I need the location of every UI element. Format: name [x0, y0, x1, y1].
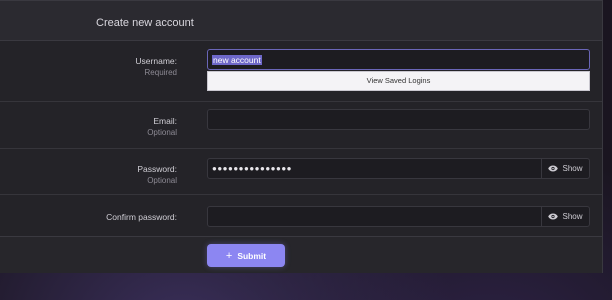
plus-icon: + [225, 249, 233, 262]
submit-button[interactable]: + Submit [207, 244, 285, 267]
password-show-button[interactable]: Show [541, 159, 589, 178]
username-input[interactable]: new account [207, 49, 590, 70]
password-optional-label: Optional [147, 176, 177, 185]
row-divider [0, 101, 602, 102]
email-input[interactable] [207, 109, 590, 130]
submit-label: Submit [237, 250, 267, 261]
email-label: Email: [153, 116, 177, 126]
confirm-password-input[interactable]: Show [207, 206, 590, 227]
password-show-label: Show [562, 164, 583, 173]
password-value: ●●●●●●●●●●●●●●● [212, 164, 292, 173]
password-input[interactable]: ●●●●●●●●●●●●●●● Show [207, 158, 590, 179]
confirm-password-show-button[interactable]: Show [541, 207, 589, 226]
username-required-label: Required [144, 68, 177, 77]
panel-header: Create new account [0, 0, 602, 41]
panel-title: Create new account [96, 17, 194, 29]
row-divider [0, 194, 602, 195]
username-value: new account [212, 55, 262, 65]
eye-icon [548, 213, 559, 220]
row-divider [0, 148, 602, 149]
view-saved-logins-option[interactable]: View Saved Logins [207, 71, 590, 91]
email-optional-label: Optional [147, 128, 177, 137]
password-label: Password: [137, 164, 177, 174]
confirm-password-label: Confirm password: [106, 212, 177, 222]
eye-icon [548, 165, 559, 172]
confirm-password-show-label: Show [562, 212, 583, 221]
form-footer [0, 236, 602, 273]
create-account-panel: Create new account Username: Required ne… [0, 0, 603, 273]
username-label: Username: [135, 56, 177, 66]
